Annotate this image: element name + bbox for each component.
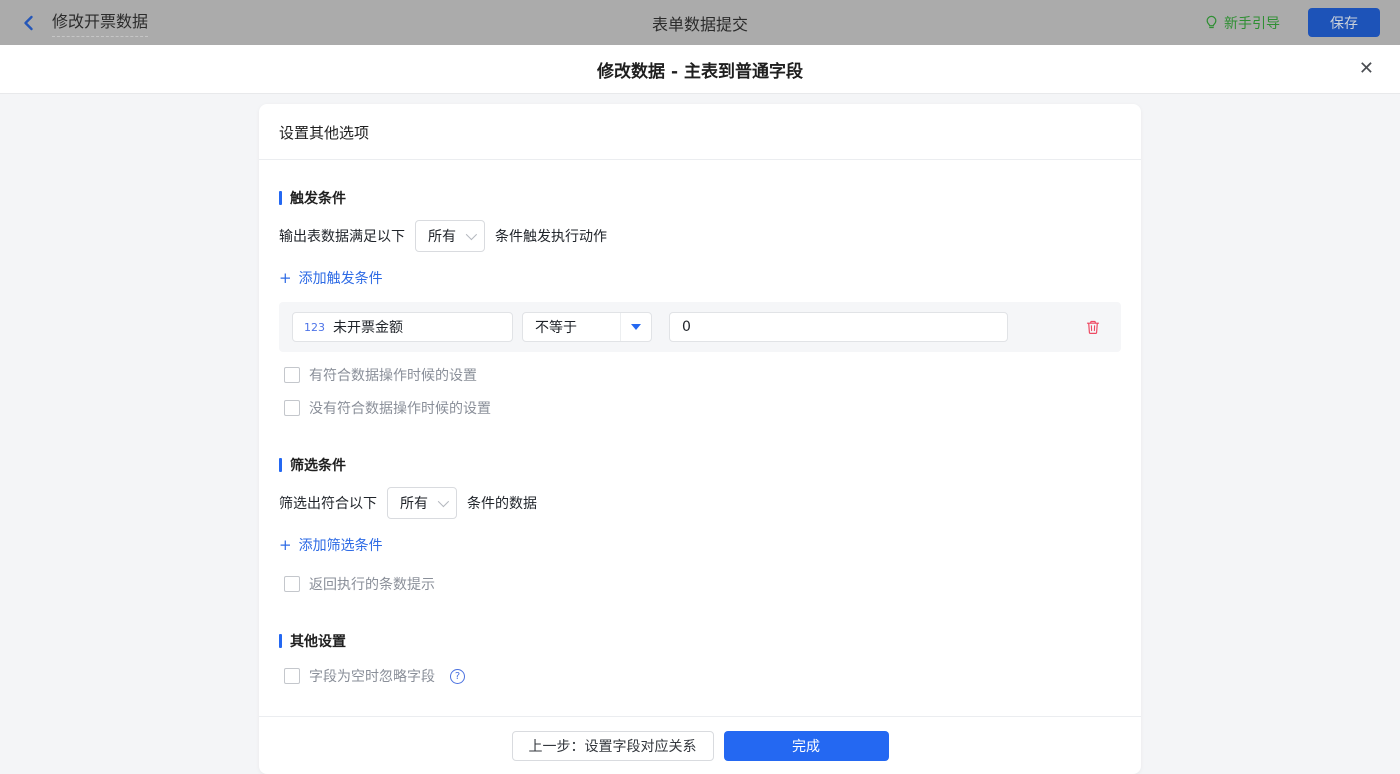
add-filter-condition-link[interactable]: + 添加筛选条件: [279, 535, 383, 555]
trigger-match-mode-select[interactable]: 所有: [415, 220, 485, 252]
done-button[interactable]: 完成: [724, 731, 889, 761]
filter-sentence-suffix: 条件的数据: [467, 493, 537, 513]
checkbox-has-match-label: 有符合数据操作时候的设置: [309, 365, 477, 385]
trigger-condition-row: 123 未开票金额 不等于 0: [279, 302, 1121, 352]
section-accent-bar: [279, 191, 282, 205]
options-card: 设置其他选项 触发条件 输出表数据满足以下 所有 条件触发执行动作 + 添加触发…: [259, 104, 1141, 774]
chevron-down-icon: [438, 496, 449, 507]
add-filter-condition-label: 添加筛选条件: [299, 535, 383, 555]
plus-icon: +: [279, 271, 292, 286]
number-field-icon: 123: [304, 321, 325, 334]
checkbox-count-tip-label: 返回执行的条数提示: [309, 574, 435, 594]
condition-operator-value: 不等于: [523, 317, 620, 337]
operator-caret-box[interactable]: [620, 313, 651, 341]
flow-name-editable[interactable]: 修改开票数据: [52, 8, 148, 37]
checkbox-row-no-match[interactable]: 没有符合数据操作时候的设置: [284, 398, 1121, 418]
trigger-sentence-prefix: 输出表数据满足以下: [279, 226, 405, 246]
checkbox-count-tip[interactable]: [284, 576, 300, 592]
checkbox-row-count-tip[interactable]: 返回执行的条数提示: [284, 574, 1121, 594]
lightbulb-icon: [1204, 15, 1219, 30]
modal-header: 修改数据 - 主表到普通字段 ✕: [0, 45, 1400, 94]
condition-value-input[interactable]: 0: [669, 312, 1008, 342]
modal-title: 修改数据 - 主表到普通字段: [597, 57, 803, 82]
filter-sentence-prefix: 筛选出符合以下: [279, 493, 377, 513]
condition-field-select[interactable]: 123 未开票金额: [292, 312, 513, 342]
add-trigger-condition-link[interactable]: + 添加触发条件: [279, 268, 383, 288]
section-trigger-title: 触发条件: [290, 188, 346, 208]
checkbox-no-match[interactable]: [284, 400, 300, 416]
section-other-title: 其他设置: [290, 631, 346, 651]
checkbox-ignore-empty[interactable]: [284, 668, 300, 684]
plus-icon: +: [279, 538, 292, 553]
save-button[interactable]: 保存: [1308, 8, 1380, 37]
card-footer: 上一步：设置字段对应关系 完成: [259, 716, 1141, 774]
condition-field-name: 未开票金额: [333, 317, 403, 337]
filter-match-mode-value: 所有: [400, 493, 428, 513]
chevron-down-icon: [466, 229, 477, 240]
card-body: 触发条件 输出表数据满足以下 所有 条件触发执行动作 + 添加触发条件 123: [259, 160, 1141, 716]
toolbar-right-group: 新手引导 保存: [1204, 8, 1380, 37]
checkbox-ignore-empty-label: 字段为空时忽略字段: [309, 666, 435, 686]
trigger-sentence-suffix: 条件触发执行动作: [495, 226, 607, 246]
condition-operator-select[interactable]: 不等于: [522, 312, 652, 342]
trigger-match-mode-value: 所有: [428, 226, 456, 246]
section-filter-title: 筛选条件: [290, 455, 346, 475]
section-accent-bar: [279, 634, 282, 648]
back-icon[interactable]: [20, 14, 38, 32]
checkbox-row-has-match[interactable]: 有符合数据操作时候的设置: [284, 365, 1121, 385]
beginner-guide-link[interactable]: 新手引导: [1204, 13, 1280, 33]
trigger-match-sentence: 输出表数据满足以下 所有 条件触发执行动作: [279, 220, 1121, 252]
beginner-guide-label: 新手引导: [1224, 13, 1280, 33]
section-trigger-conditions: 触发条件: [279, 188, 1121, 208]
help-icon[interactable]: ?: [450, 669, 465, 684]
delete-condition-icon[interactable]: [1085, 319, 1101, 335]
section-accent-bar: [279, 458, 282, 472]
checkbox-row-ignore-empty[interactable]: 字段为空时忽略字段 ?: [284, 666, 1121, 686]
checkbox-has-match[interactable]: [284, 367, 300, 383]
add-trigger-condition-label: 添加触发条件: [299, 268, 383, 288]
card-header-title: 设置其他选项: [259, 104, 1141, 160]
section-other-settings: 其他设置: [279, 631, 1121, 651]
filter-match-mode-select[interactable]: 所有: [387, 487, 457, 519]
top-toolbar: 修改开票数据 表单数据提交 新手引导 保存: [0, 0, 1400, 45]
toolbar-left-group: 修改开票数据: [20, 8, 148, 37]
modal-body: 设置其他选项 触发条件 输出表数据满足以下 所有 条件触发执行动作 + 添加触发…: [0, 94, 1400, 774]
filter-match-sentence: 筛选出符合以下 所有 条件的数据: [279, 487, 1121, 519]
previous-step-button[interactable]: 上一步：设置字段对应关系: [512, 731, 714, 761]
close-icon[interactable]: ✕: [1359, 60, 1374, 78]
node-title: 表单数据提交: [652, 0, 748, 45]
section-filter-conditions: 筛选条件: [279, 455, 1121, 475]
checkbox-no-match-label: 没有符合数据操作时候的设置: [309, 398, 491, 418]
caret-down-icon: [631, 324, 641, 330]
